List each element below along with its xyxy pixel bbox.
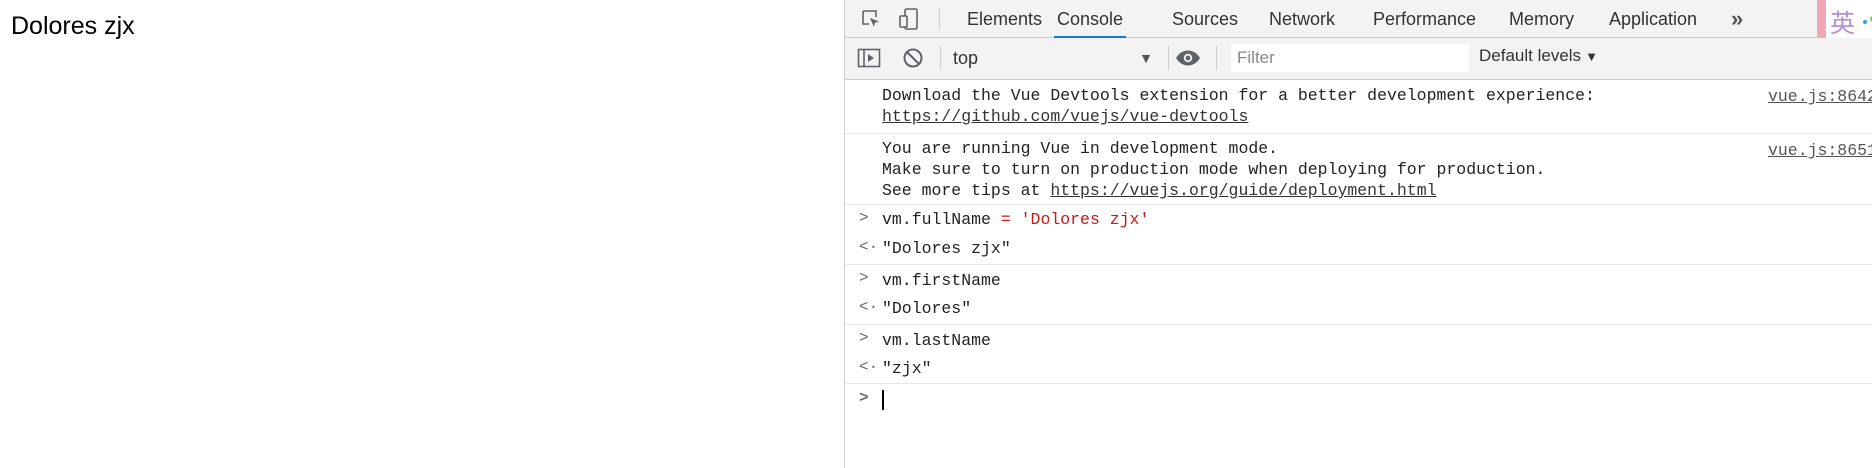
input-prompt-icon: > [859,209,869,227]
tab-console[interactable]: Console [1054,0,1127,38]
console-entry: > vm.lastName <· "zjx" [845,325,1872,384]
console-entry: > vm.fullName = 'Dolores zjx' <· "Dolore… [845,205,1872,265]
log-levels-label: Default levels [1479,46,1582,65]
log-levels-dropdown[interactable]: Default levels ▼ [1479,46,1598,66]
tab-memory[interactable]: Memory [1509,0,1574,37]
ime-language-char: 英 [1830,10,1856,38]
devtools-link[interactable]: https://github.com/vuejs/vue-devtools [882,107,1248,126]
input-prompt-icon: > [859,269,869,287]
more-tabs-button[interactable]: » [1731,0,1743,38]
device-toolbar-icon[interactable] [896,6,922,32]
console-input: vm.firstName [882,271,1001,290]
devtools-panel: Elements Console Sources Network Perform… [844,0,1872,468]
clear-console-icon[interactable] [900,45,926,71]
tab-network[interactable]: Network [1269,0,1335,37]
toolbar-divider [1216,46,1217,70]
console-input: vm.fullName = 'Dolores zjx' [882,210,1149,229]
page-viewport: Dolores zjx [0,0,844,468]
active-prompt-icon: > [859,389,869,407]
result-arrow-icon: <· [859,298,879,316]
console-result: "zjx" [882,359,932,378]
devtools-tabbar: Elements Console Sources Network Perform… [845,0,1872,38]
message-text: Download the Vue Devtools extension for … [882,86,1595,105]
message-text: You are running Vue in development mode. [882,139,1279,158]
toolbar-divider [939,8,940,30]
toolbar-divider [940,46,941,70]
input-operator: = [990,210,1021,229]
chevron-down-icon: ▼ [1139,50,1153,66]
console-filter-input[interactable] [1231,44,1469,72]
message-text: Make sure to turn on production mode whe… [882,160,1546,179]
message-text-prefix: See more tips at [882,181,1051,200]
console-input: vm.lastName [882,331,991,350]
inspect-element-icon[interactable] [858,6,884,32]
result-arrow-icon: <· [859,238,879,256]
show-sidebar-icon[interactable] [856,45,882,71]
source-link[interactable]: vue.js:8651 [1768,141,1872,160]
console-result: "Dolores" [882,299,972,318]
tab-performance[interactable]: Performance [1373,0,1476,37]
deployment-guide-link[interactable]: https://vuejs.org/guide/deployment.html [1050,181,1436,200]
input-expression: vm.fullName [882,210,991,229]
console-message: You are running Vue in development mode.… [845,134,1872,205]
input-string: 'Dolores zjx' [1020,210,1150,229]
live-expression-eye-icon[interactable] [1175,45,1201,71]
context-selector-value: top [953,48,979,68]
console-message: Download the Vue Devtools extension for … [845,80,1872,134]
result-arrow-icon: <· [859,358,879,376]
text-cursor [882,390,884,410]
tab-sources[interactable]: Sources [1172,0,1238,37]
tab-elements[interactable]: Elements [967,0,1042,37]
console-entry: > vm.firstName <· "Dolores" [845,265,1872,325]
source-link[interactable]: vue.js:8642 [1768,87,1872,106]
message-text: See more tips at https://vuejs.org/guide… [882,181,1437,200]
context-selector[interactable]: top ▼ [953,45,1153,71]
caret-down-icon: ▼ [1585,49,1598,64]
console-prompt-line[interactable]: > [845,384,1872,418]
toolbar-divider [1168,46,1169,70]
page-heading-text: Dolores zjx [11,12,135,40]
console-output: Download the Vue Devtools extension for … [845,80,1872,418]
tab-application[interactable]: Application [1609,0,1697,37]
console-toolbar: top ▼ Default levels▼ [845,38,1872,80]
input-prompt-icon: > [859,329,869,347]
console-result: "Dolores zjx" [882,239,1011,258]
ime-dot-icon [1863,20,1867,24]
